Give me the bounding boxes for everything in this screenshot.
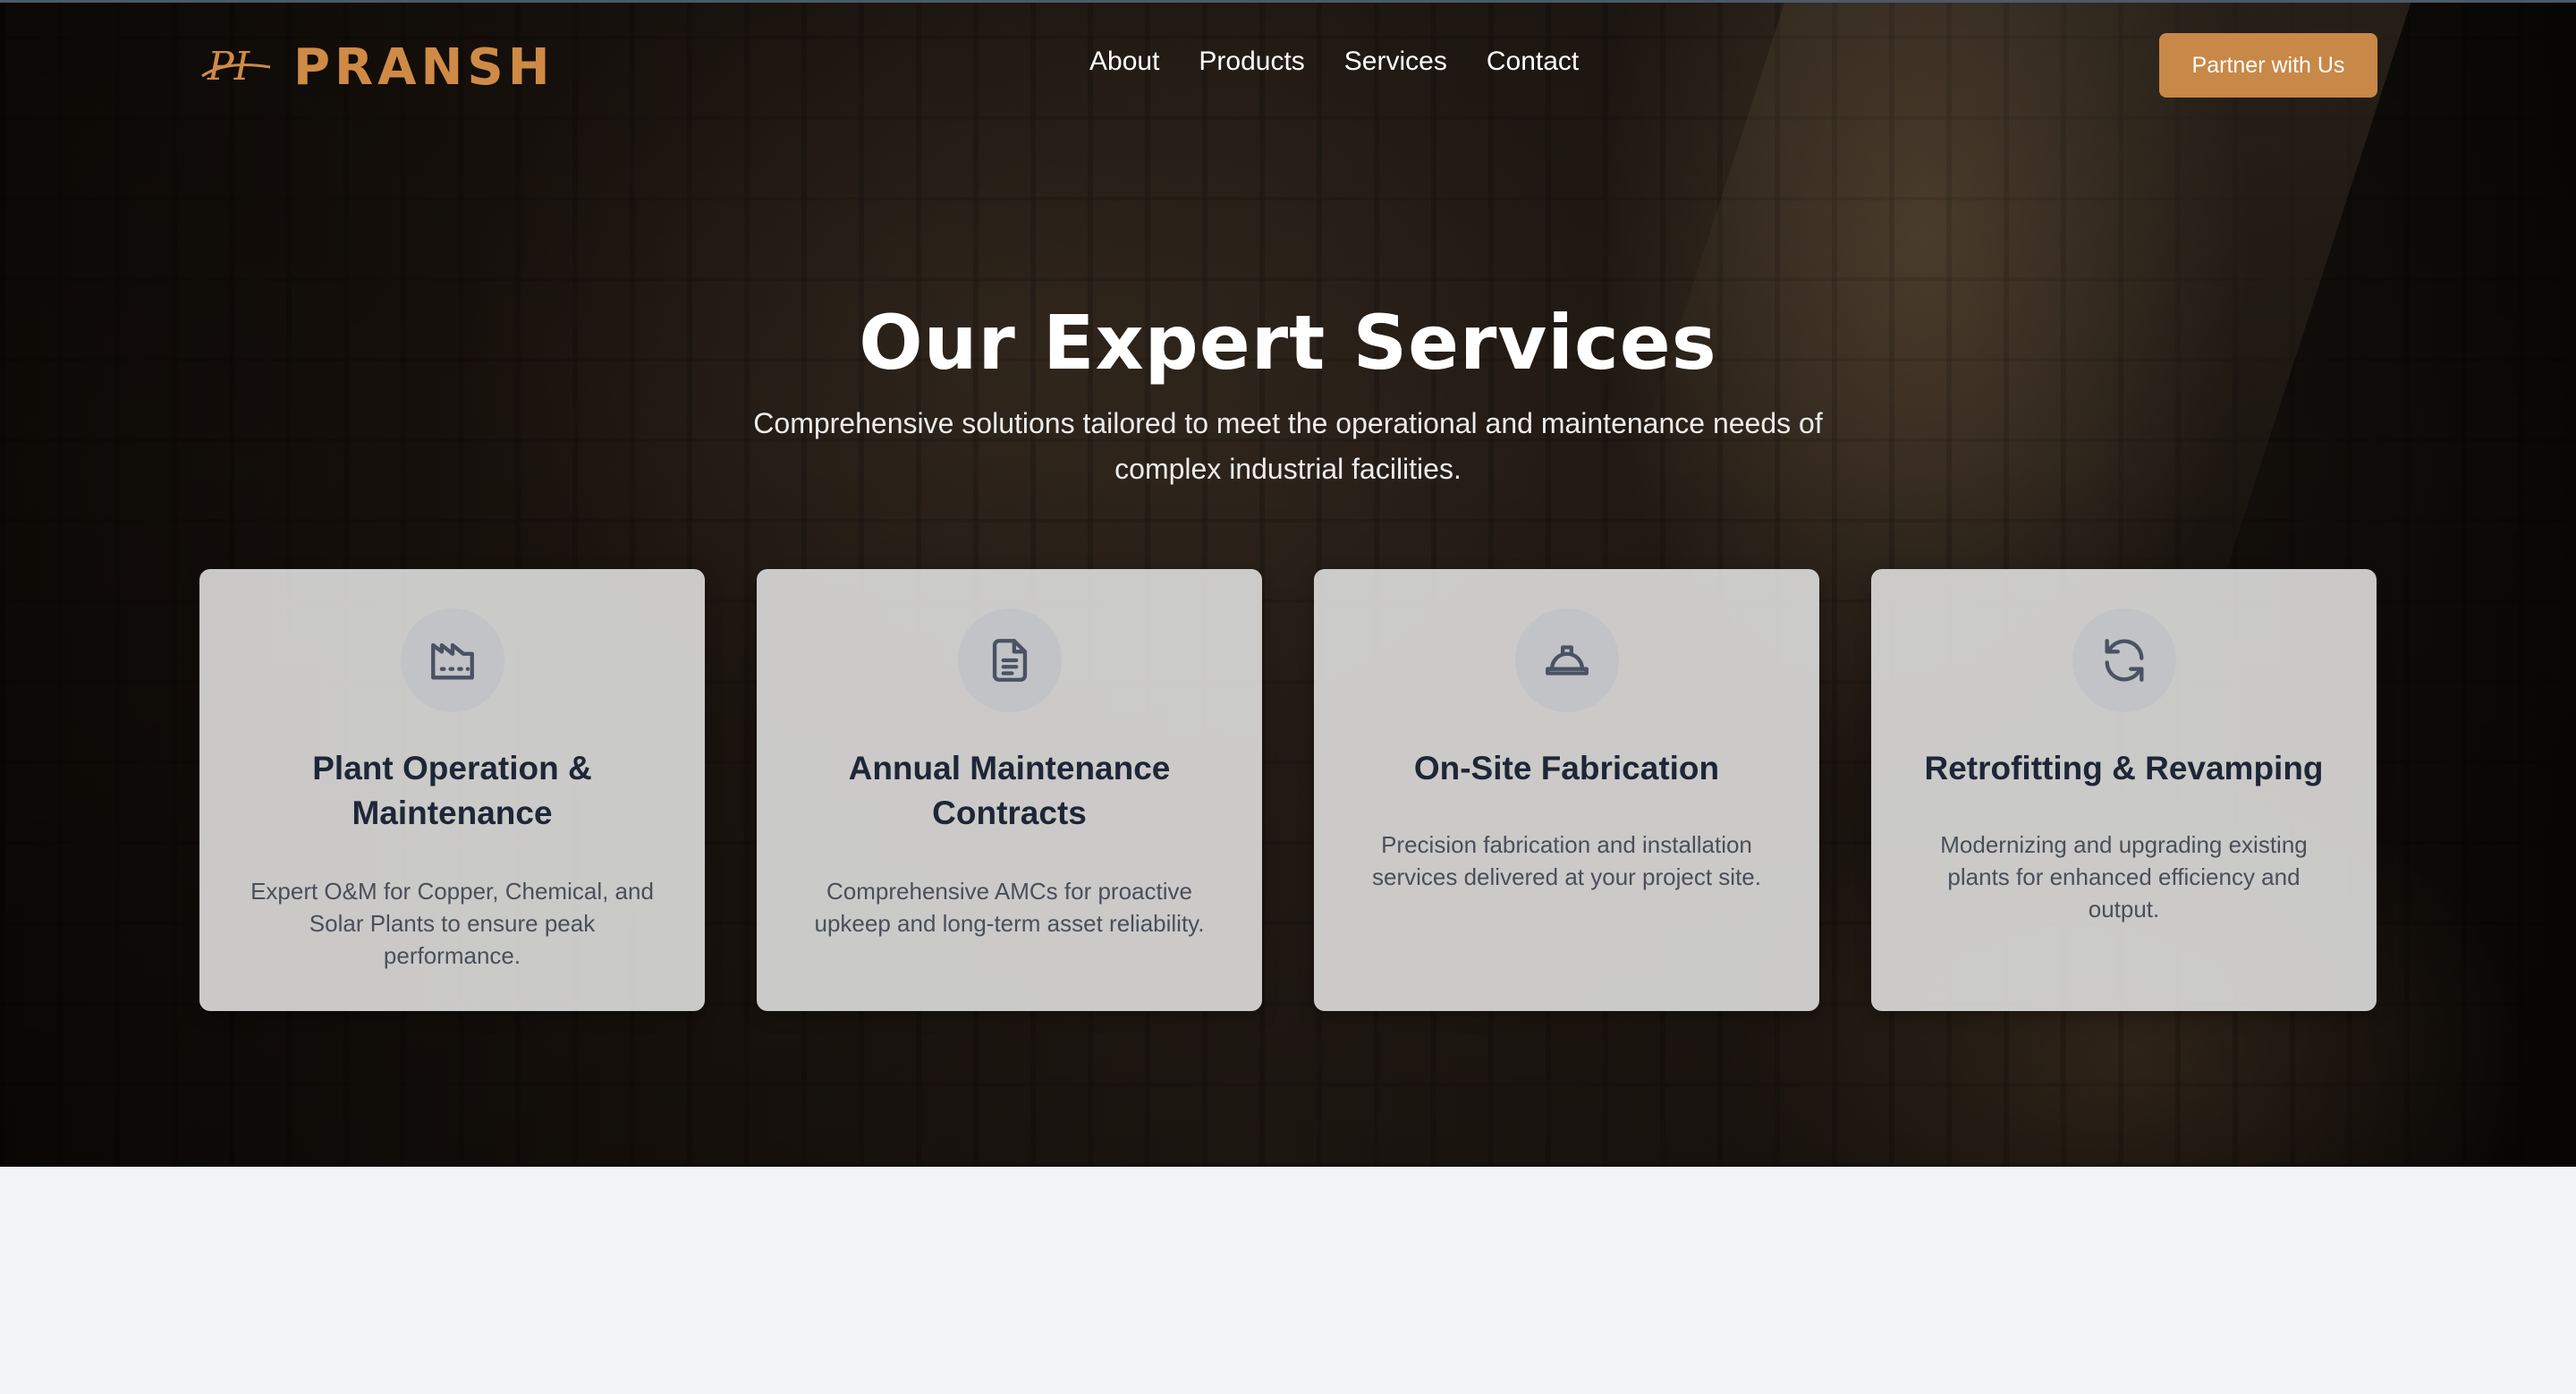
section-title: Our Expert Services <box>859 299 1717 387</box>
service-description: Precision fabrication and installation s… <box>1372 831 1761 890</box>
service-icon-container <box>401 608 504 712</box>
service-card-annual-maintenance[interactable]: Annual Maintenance Contracts Comprehensi… <box>757 569 1262 1011</box>
service-icon-container <box>2072 608 2176 712</box>
nav-link-services[interactable]: Services <box>1344 47 1447 77</box>
hard-hat-icon <box>1546 645 1589 676</box>
brand-logo[interactable]: PI PRANSH <box>199 36 555 98</box>
navbar: PI PRANSH About Products Services Contac… <box>0 0 2576 134</box>
service-card-retrofitting[interactable]: Retrofitting & Revamping Modernizing and… <box>1871 569 2377 1011</box>
document-icon <box>992 639 1028 682</box>
service-description: Modernizing and upgrading existing plant… <box>1940 831 2308 922</box>
service-description: Expert O&M for Copper, Chemical, and Sol… <box>250 878 654 969</box>
nav-link-contact[interactable]: Contact <box>1487 47 1579 77</box>
factory-icon <box>431 642 474 680</box>
next-section-background <box>0 1167 2576 1394</box>
service-description: Comprehensive AMCs for proactive upkeep … <box>814 878 1205 937</box>
refresh-icon <box>2105 639 2144 682</box>
service-title: Annual Maintenance Contracts <box>848 750 1171 831</box>
section-subtitle: Comprehensive solutions tailored to meet… <box>753 407 1823 485</box>
service-card-plant-operation[interactable]: Plant Operation & Maintenance Expert O&M… <box>199 569 705 1011</box>
brand-mark-icon: PI <box>201 44 271 89</box>
services-hero-section: PI PRANSH About Products Services Contac… <box>0 0 2576 1167</box>
service-title: Retrofitting & Revamping <box>1924 750 2324 786</box>
brand-mark-text: PI <box>207 44 251 89</box>
service-icon-container <box>1515 608 1619 712</box>
nav-link-products[interactable]: Products <box>1199 47 1304 77</box>
brand-name: PRANSH <box>293 38 555 97</box>
service-title: On-Site Fabrication <box>1413 750 1720 786</box>
service-title: Plant Operation & Maintenance <box>312 750 592 831</box>
service-icon-container <box>958 608 1062 712</box>
nav-links: About Products Services Contact <box>1089 47 1579 77</box>
nav-link-about[interactable]: About <box>1089 47 1159 77</box>
service-card-onsite-fabrication[interactable]: On-Site Fabrication Precision fabricatio… <box>1314 569 1819 1011</box>
partner-with-us-button[interactable]: Partner with Us <box>2159 33 2377 98</box>
